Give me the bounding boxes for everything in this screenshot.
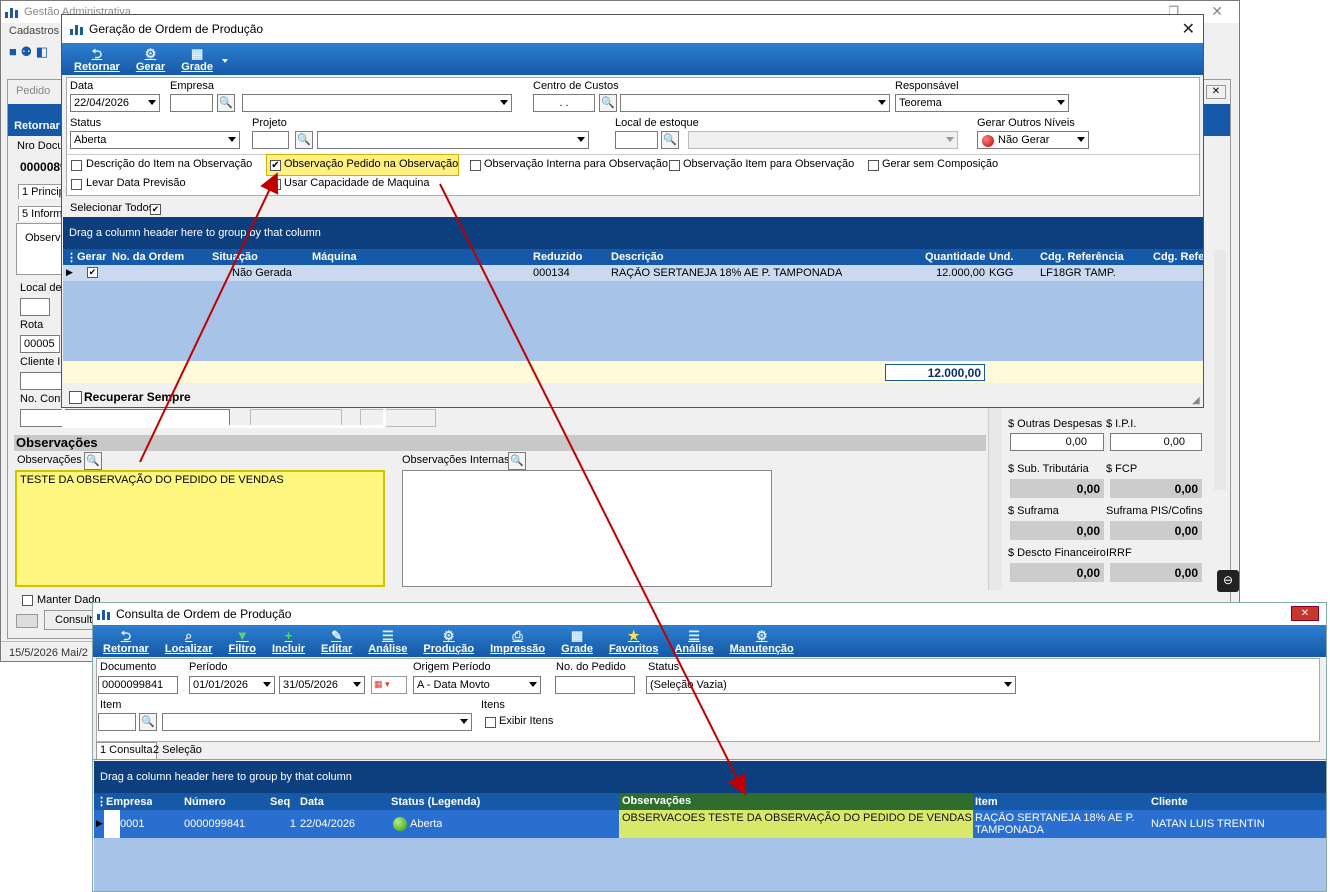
annotation-arrows	[139, 172, 746, 796]
arrow-to-observacoes-column	[439, 183, 746, 796]
arrow-to-obs-pedido	[139, 172, 279, 463]
